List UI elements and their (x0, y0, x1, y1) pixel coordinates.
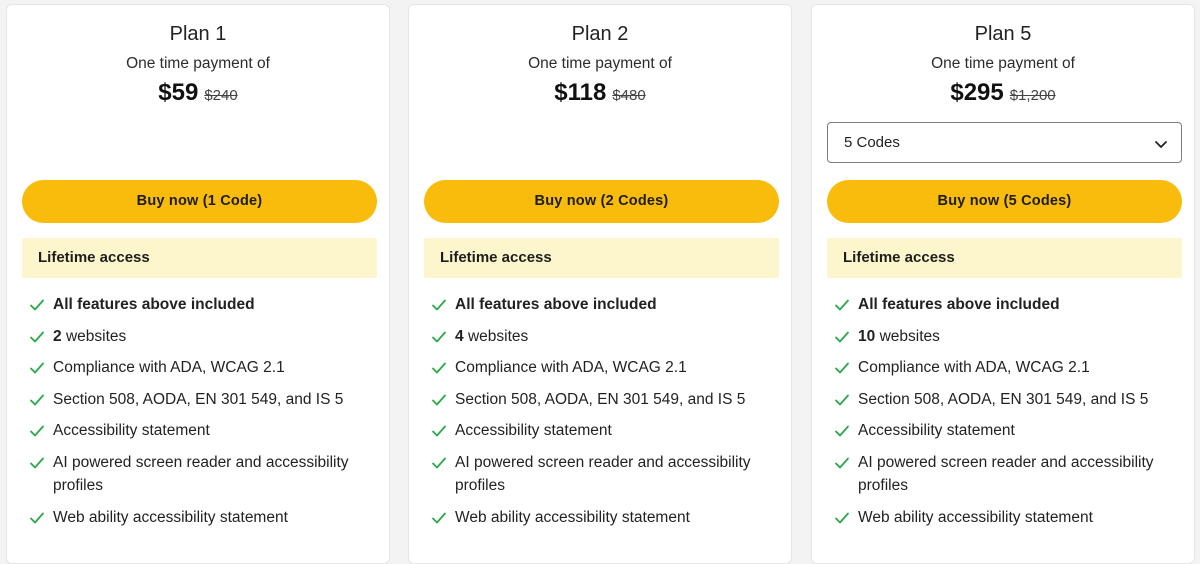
feature-text: AI powered screen reader and accessibili… (858, 453, 1154, 495)
feature-text: Accessibility statement (455, 422, 612, 439)
buy-now-button[interactable]: Buy now (2 Codes) (424, 180, 779, 223)
feature-text: Web ability accessibility statement (455, 508, 690, 526)
check-icon (835, 299, 849, 311)
website-count: 10 (858, 327, 876, 345)
plan-title: Plan 2 (571, 23, 629, 45)
lifetime-access-banner: Lifetime access (827, 238, 1182, 278)
feature-text: Section 508, AODA, EN 301 549, and IS 5 (858, 390, 1149, 408)
plan-title: Plan 5 (974, 23, 1032, 45)
feature-item: Accessibility statement (827, 419, 1182, 443)
feature-item: Section 508, AODA, EN 301 549, and IS 5 (22, 388, 377, 412)
feature-item: Compliance with ADA, WCAG 2.1 (22, 356, 377, 380)
current-price: $59 (158, 79, 199, 106)
payment-label: One time payment of (126, 55, 270, 72)
price-row: $295 $1,200 (812, 79, 1194, 107)
feature-item: Section 508, AODA, EN 301 549, and IS 5 (827, 388, 1182, 412)
feature-list: All features above included 10 websites … (827, 293, 1182, 537)
website-count: 4 (455, 327, 464, 345)
check-icon (432, 394, 446, 405)
payment-label: One time payment of (931, 55, 1075, 72)
current-price: $118 (554, 79, 607, 106)
feature-item: Compliance with ADA, WCAG 2.1 (827, 356, 1182, 380)
feature-item: Web ability accessibility statement (827, 506, 1182, 530)
feature-text: Web ability accessibility statement (858, 508, 1093, 526)
feature-list: All features above included 2 websites C… (22, 293, 377, 537)
feature-item: Accessibility statement (424, 419, 779, 443)
buy-now-button[interactable]: Buy now (5 Codes) (827, 180, 1182, 223)
feature-text: Accessibility statement (858, 422, 1015, 439)
check-icon (30, 331, 44, 342)
current-price: $295 (950, 79, 1004, 106)
feature-text: Web ability accessibility statement (53, 508, 288, 526)
check-icon (432, 425, 446, 437)
feature-list: All features above included 4 websites C… (424, 293, 779, 537)
check-icon (835, 362, 849, 374)
price-row: $118 $480 (409, 79, 791, 107)
feature-text: Compliance with ADA, WCAG 2.1 (858, 359, 1090, 376)
feature-item: AI powered screen reader and accessibili… (827, 451, 1182, 498)
check-icon (30, 362, 44, 374)
feature-item: Compliance with ADA, WCAG 2.1 (424, 356, 779, 380)
check-icon (835, 394, 849, 405)
check-icon (432, 457, 446, 468)
feature-item: Web ability accessibility statement (22, 506, 377, 530)
plan-card-2: Plan 2 One time payment of $118 $480 Buy … (408, 4, 792, 564)
feature-item: 4 websites (424, 325, 779, 349)
check-icon (30, 457, 44, 468)
feature-text: Accessibility statement (53, 422, 210, 439)
check-icon (432, 331, 446, 342)
feature-text: All features above included (455, 296, 657, 313)
website-count: 2 (53, 327, 62, 345)
feature-item: All features above included (424, 293, 779, 317)
feature-text: websites (65, 327, 127, 345)
plan-card-5: Plan 5 One time payment of $295 $1,200 5 … (811, 4, 1195, 564)
feature-text: Section 508, AODA, EN 301 549, and IS 5 (455, 390, 746, 408)
feature-item: 10 websites (827, 325, 1182, 349)
buy-now-button[interactable]: Buy now (1 Code) (22, 180, 377, 223)
check-icon (432, 512, 446, 523)
feature-item: AI powered screen reader and accessibili… (424, 451, 779, 498)
price-row: $59 $240 (7, 79, 389, 107)
feature-item: Web ability accessibility statement (424, 506, 779, 530)
plan-card-1: Plan 1 One time payment of $59 $240 Buy n… (6, 4, 390, 564)
chevron-down-icon (1155, 141, 1167, 148)
original-price: $1,200 (1009, 87, 1056, 104)
code-quantity-select[interactable]: 5 Codes (827, 122, 1182, 163)
feature-item: All features above included (22, 293, 377, 317)
check-icon (30, 299, 44, 311)
check-icon (835, 512, 849, 523)
select-value: 5 Codes (844, 134, 900, 151)
plan-title: Plan 1 (169, 23, 227, 45)
check-icon (835, 425, 849, 437)
lifetime-access-banner: Lifetime access (22, 238, 377, 278)
check-icon (835, 331, 849, 342)
feature-text: AI powered screen reader and accessibili… (455, 453, 751, 495)
feature-item: 2 websites (22, 325, 377, 349)
check-icon (30, 425, 44, 437)
original-price: $240 (204, 87, 238, 104)
check-icon (432, 299, 446, 311)
feature-text: All features above included (53, 296, 255, 313)
feature-text: websites (879, 327, 940, 345)
check-icon (30, 394, 44, 405)
feature-text: websites (467, 327, 529, 345)
feature-text: All features above included (858, 296, 1060, 313)
feature-text: Compliance with ADA, WCAG 2.1 (455, 359, 687, 376)
feature-item: All features above included (827, 293, 1182, 317)
feature-text: Section 508, AODA, EN 301 549, and IS 5 (53, 390, 344, 408)
feature-text: Compliance with ADA, WCAG 2.1 (53, 359, 285, 376)
payment-label: One time payment of (528, 55, 672, 72)
original-price: $480 (612, 87, 646, 104)
feature-item: AI powered screen reader and accessibili… (22, 451, 377, 498)
feature-item: Accessibility statement (22, 419, 377, 443)
feature-item: Section 508, AODA, EN 301 549, and IS 5 (424, 388, 779, 412)
check-icon (432, 362, 446, 374)
feature-text: AI powered screen reader and accessibili… (53, 453, 349, 495)
check-icon (30, 512, 44, 523)
lifetime-access-banner: Lifetime access (424, 238, 779, 278)
check-icon (835, 457, 849, 468)
